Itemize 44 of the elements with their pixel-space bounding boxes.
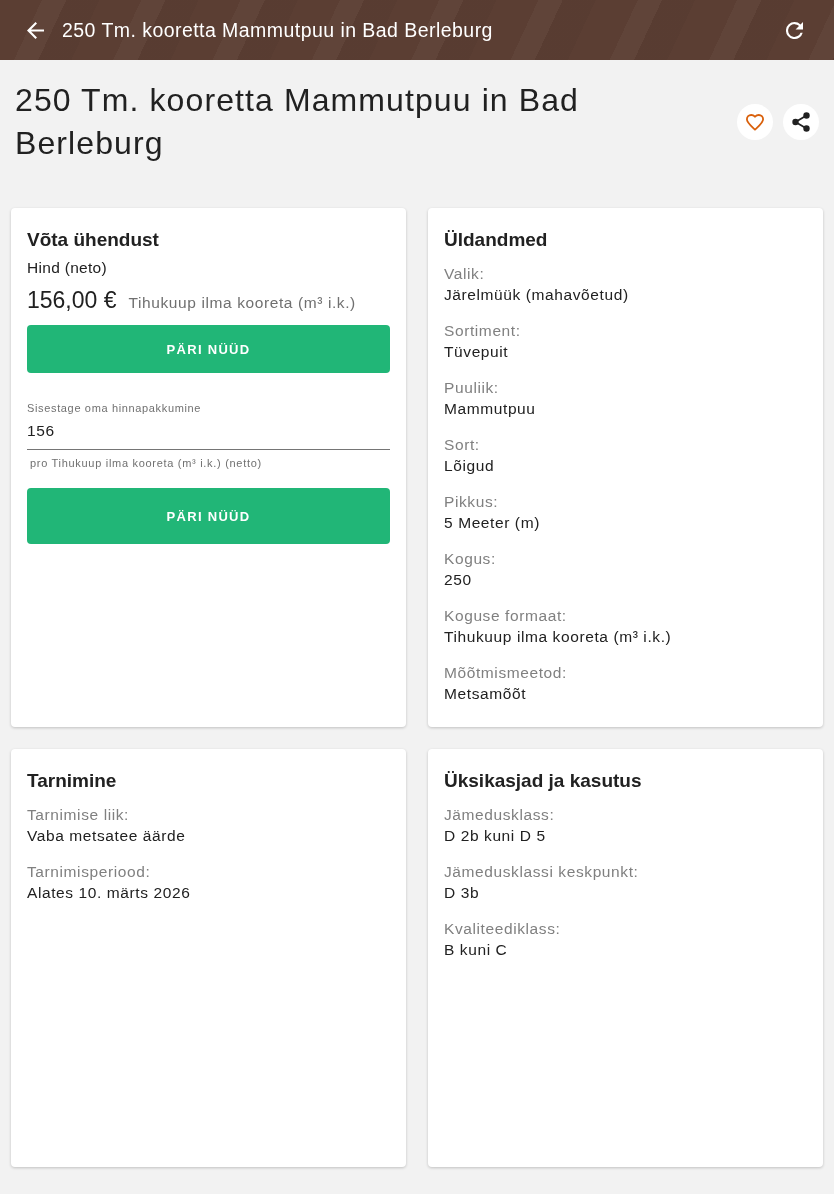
- refresh-icon: [786, 21, 803, 39]
- field-value: Metsamõõt: [444, 684, 528, 704]
- price-label: Hind (neto): [27, 258, 108, 278]
- field-value: 5 Meeter (m): [444, 513, 541, 533]
- card-title: Üldandmed: [444, 228, 549, 252]
- share-button[interactable]: [783, 104, 819, 140]
- field-label: Kvaliteediklass:: [444, 919, 562, 939]
- field-label: Puuliik:: [444, 378, 500, 398]
- price-value: 156,00 €: [27, 286, 117, 315]
- field-value: Alates 10. märts 2026: [27, 883, 192, 903]
- field-value: Mammutpuu: [444, 399, 537, 419]
- field-value: Vaba metsatee äärde: [27, 826, 187, 846]
- card-title: Üksikasjad ja kasutus: [444, 769, 643, 793]
- field-label: Jämedusklassi keskpunkt:: [444, 862, 640, 882]
- offer-request-button[interactable]: PÄRI NÜÜD: [27, 488, 390, 544]
- field-label: Sort:: [444, 435, 481, 455]
- app-bar-title: 250 Tm. kooretta Mammutpuu in Bad Berleburg: [62, 18, 494, 42]
- price-unit: Tihukuup ilma kooreta (m³ i.k.): [128, 294, 356, 312]
- field-value: 250: [444, 570, 473, 590]
- field-value: Lõigud: [444, 456, 496, 476]
- share-icon: [792, 112, 810, 132]
- field-label: Pikkus:: [444, 492, 500, 512]
- card-title: Tarnimine: [27, 769, 118, 793]
- field-value: Tihukuup ilma kooreta (m³ i.k.): [444, 627, 673, 647]
- field-value: D 3b: [444, 883, 481, 903]
- page-heading: 250 Tm. kooretta Mammutpuu in Bad Berleburg: [15, 81, 580, 163]
- request-button[interactable]: PÄRI NÜÜD: [27, 325, 390, 373]
- card-title: Võta ühendust: [27, 228, 160, 252]
- field-label: Valik:: [444, 264, 486, 284]
- field-label: Jämedusklass:: [444, 805, 556, 825]
- field-value: Tüvepuit: [444, 342, 510, 362]
- field-label: Kogus:: [444, 549, 497, 569]
- field-label: Tarnimisperiood:: [27, 862, 152, 882]
- field-label: Mõõtmismeetod:: [444, 663, 568, 683]
- field-value: D 2b kuni D 5: [444, 826, 547, 846]
- field-label: Sortiment:: [444, 321, 522, 341]
- field-hint: pro Tihukuup ilma kooreta (m³ i.k.) (netto): [29, 456, 263, 470]
- field-label: Koguse formaat:: [444, 606, 568, 626]
- field-value: B kuni C: [444, 940, 509, 960]
- offer-input-field[interactable]: Sisestage oma hinnapakkumine 156: [27, 401, 390, 450]
- field-label: Tarnimise liik:: [27, 805, 130, 825]
- back-arrow-icon: [27, 21, 44, 39]
- field-value: Järelmüük (mahavõetud): [444, 285, 630, 305]
- favorite-button[interactable]: [737, 104, 773, 140]
